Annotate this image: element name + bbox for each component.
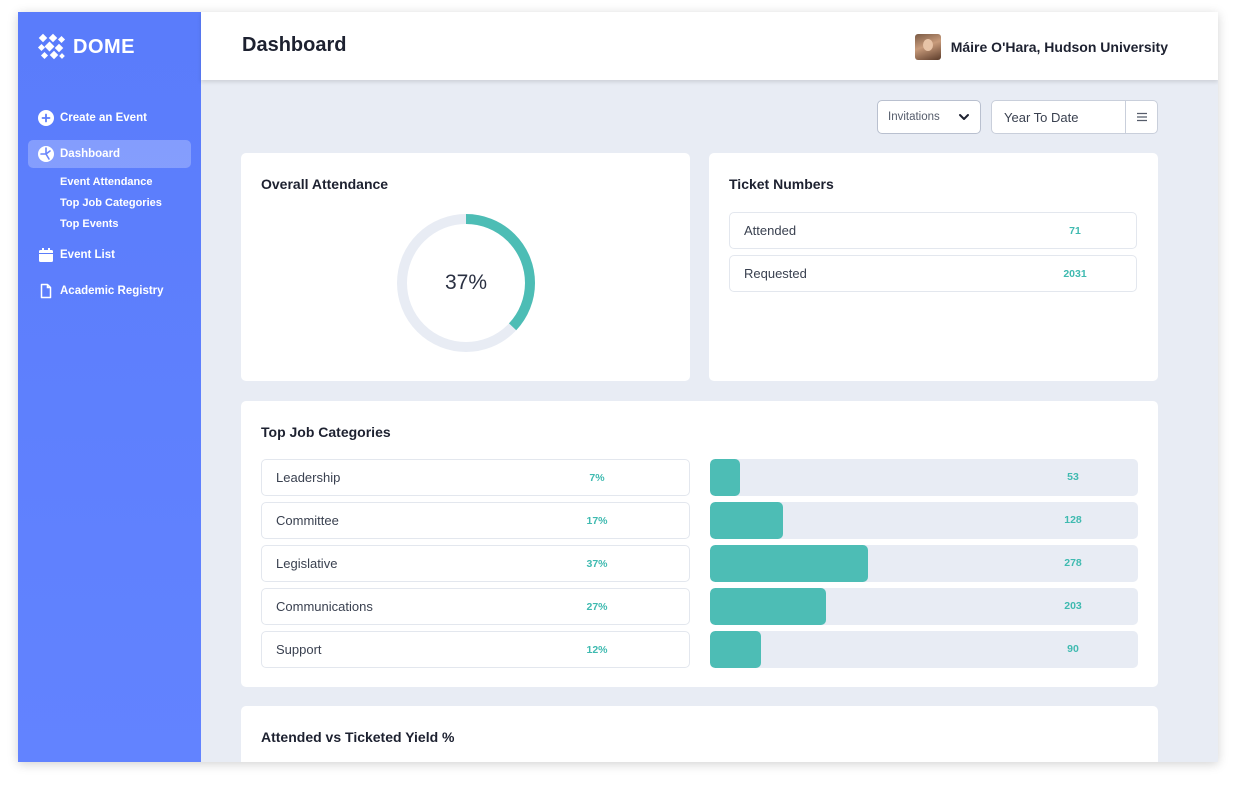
sidebar-nav: Create an Event Dashboard Event Attendan… [28, 104, 191, 313]
dashboard-icon [38, 146, 54, 162]
date-range-menu-button[interactable] [1125, 101, 1157, 133]
job-label: Leadership [276, 470, 341, 485]
job-bar-value: 53 [1067, 471, 1079, 483]
job-bar: 90 [710, 631, 1138, 668]
chevron-down-icon [959, 114, 969, 120]
plus-circle-icon [38, 110, 54, 126]
job-bar-fill [710, 631, 761, 668]
card-title: Ticket Numbers [729, 176, 834, 192]
ticket-value: 2031 [1063, 268, 1087, 280]
job-percent: 12% [586, 644, 608, 656]
ticket-label: Attended [744, 223, 797, 238]
user-menu[interactable]: Máire O'Hara, Hudson University [914, 34, 1168, 60]
top-job-categories-card: Top Job Categories Leadership 7% 53 Comm… [241, 401, 1158, 687]
ticket-value: 71 [1069, 225, 1081, 237]
job-bar-fill [710, 545, 868, 582]
job-row: Communications 27% [261, 588, 690, 625]
ticket-label: Requested [744, 266, 807, 281]
dome-logo-icon [37, 33, 66, 60]
submenu-top-job-categories[interactable]: Top Job Categories [60, 193, 191, 214]
avatar [914, 34, 941, 60]
brand[interactable]: DOME [37, 32, 135, 62]
sidebar-item-dashboard[interactable]: Dashboard [28, 140, 191, 168]
sidebar-item-label: Create an Event [60, 112, 147, 124]
job-bar-value: 278 [1064, 557, 1082, 569]
ticket-row-requested: Requested 2031 [729, 255, 1137, 292]
brand-name: DOME [73, 35, 135, 58]
calendar-icon [38, 247, 54, 263]
job-label: Communications [276, 599, 373, 614]
type-select[interactable]: Invitations [877, 100, 981, 134]
sidebar-item-label: Dashboard [60, 148, 121, 160]
job-bar-value: 90 [1067, 643, 1079, 655]
job-bar: 128 [710, 502, 1138, 539]
job-bar: 278 [710, 545, 1138, 582]
user-name: Máire O'Hara, Hudson University [950, 39, 1168, 55]
card-title: Attended vs Ticketed Yield % [261, 729, 455, 745]
sidebar: DOME Create an Event Dashboard Event Att… [18, 12, 201, 762]
sidebar-item-create-event[interactable]: Create an Event [28, 104, 191, 132]
sidebar-item-event-list[interactable]: Event List [28, 241, 191, 269]
ticket-row-attended: Attended 71 [729, 212, 1137, 249]
menu-icon [1136, 112, 1147, 122]
job-bar: 53 [710, 459, 1138, 496]
job-bar-fill [710, 588, 826, 625]
sidebar-item-label: Event List [60, 249, 115, 261]
sidebar-item-academic-registry[interactable]: Academic Registry [28, 277, 191, 305]
job-bar-value: 203 [1064, 600, 1082, 612]
dashboard-submenu: Event Attendance Top Job Categories Top … [60, 172, 191, 235]
job-percent: 17% [586, 515, 608, 527]
job-bar: 203 [710, 588, 1138, 625]
app-window: DOME Create an Event Dashboard Event Att… [18, 12, 1218, 762]
job-percent: 7% [589, 472, 605, 484]
top-header: Dashboard Máire O'Hara, Hudson Universit… [201, 12, 1218, 80]
filters-bar: Invitations [877, 100, 1158, 134]
job-row: Committee 17% [261, 502, 690, 539]
job-label: Legislative [276, 556, 338, 571]
overall-attendance-card: Overall Attendance 37% [241, 153, 690, 381]
ticket-numbers-card: Ticket Numbers Attended 71 Requested 203… [709, 153, 1158, 381]
job-row: Legislative 37% [261, 545, 690, 582]
attendance-percent: 37% [444, 271, 488, 294]
submenu-event-attendance[interactable]: Event Attendance [60, 172, 191, 193]
job-bar-fill [710, 459, 740, 496]
job-bar-fill [710, 502, 783, 539]
job-percent: 37% [586, 558, 608, 570]
attended-vs-ticketed-yield-card: Attended vs Ticketed Yield % [241, 706, 1158, 762]
job-label: Committee [276, 513, 339, 528]
type-select-value: Invitations [888, 111, 940, 123]
sidebar-item-label: Academic Registry [60, 285, 164, 297]
date-range-input[interactable] [992, 101, 1125, 133]
page-title: Dashboard [242, 34, 347, 56]
card-title: Overall Attendance [261, 176, 389, 192]
job-label: Support [276, 642, 322, 657]
job-bar-value: 128 [1064, 514, 1082, 526]
card-title: Top Job Categories [261, 424, 391, 440]
document-icon [38, 283, 54, 299]
job-row: Support 12% [261, 631, 690, 668]
job-percent: 27% [586, 601, 608, 613]
submenu-top-events[interactable]: Top Events [60, 214, 191, 235]
job-row: Leadership 7% [261, 459, 690, 496]
date-range-field [991, 100, 1158, 134]
